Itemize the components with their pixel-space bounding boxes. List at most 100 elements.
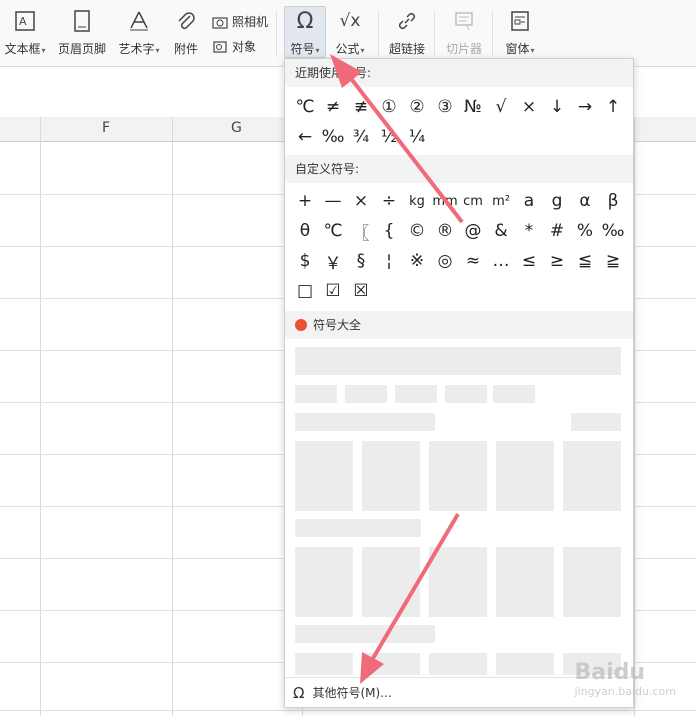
- symbol-cell[interactable]: ≧: [599, 247, 627, 275]
- symbol-cell[interactable]: №: [459, 93, 487, 121]
- loading-placeholder: [295, 441, 353, 511]
- window-form-button[interactable]: 窗体▾: [500, 8, 540, 64]
- symbol-cell[interactable]: ≦: [571, 247, 599, 275]
- symbol-button[interactable]: Ω 符号▾: [284, 6, 326, 58]
- symbol-cell[interactable]: ℃: [319, 217, 347, 245]
- symbol-cell[interactable]: ②: [403, 93, 431, 121]
- symbol-cell[interactable]: ‰: [599, 217, 627, 245]
- symbol-cell[interactable]: ½: [375, 123, 403, 151]
- symbol-cell[interactable]: m²: [487, 187, 515, 215]
- symbol-cell[interactable]: √: [487, 93, 515, 121]
- grid-line: [172, 117, 173, 716]
- loading-placeholder: [295, 413, 435, 431]
- symbol-cell[interactable]: ↑: [599, 93, 627, 121]
- symbol-cell[interactable]: ¼: [403, 123, 431, 151]
- symbol-cell[interactable]: ¦: [375, 247, 403, 275]
- symbol-cell[interactable]: ≠: [319, 93, 347, 121]
- symbol-cell[interactable]: g: [543, 187, 571, 215]
- symbol-cell[interactable]: ©: [403, 217, 431, 245]
- symbol-cell[interactable]: kg: [403, 187, 431, 215]
- loading-placeholder: [496, 441, 554, 511]
- symbol-cell[interactable]: ☒: [347, 277, 375, 305]
- column-header-g[interactable]: G: [231, 120, 242, 136]
- symbol-cell[interactable]: mm: [431, 187, 459, 215]
- symbol-cell[interactable]: —: [319, 187, 347, 215]
- loading-placeholder: [295, 347, 621, 375]
- art-text-icon: [126, 8, 152, 34]
- loading-placeholder: [429, 547, 487, 617]
- symbol-cell[interactable]: ×: [515, 93, 543, 121]
- header-footer-button[interactable]: 页眉页脚: [54, 8, 110, 64]
- symbol-cell[interactable]: a: [515, 187, 543, 215]
- symbol-cell[interactable]: $: [291, 247, 319, 275]
- symbol-cell[interactable]: α: [571, 187, 599, 215]
- symbol-cell[interactable]: +: [291, 187, 319, 215]
- loading-placeholder: [395, 385, 437, 403]
- loading-placeholder: [496, 653, 554, 675]
- symbol-cell[interactable]: ←: [291, 123, 319, 151]
- loading-placeholder: [563, 547, 621, 617]
- symbol-cell[interactable]: §: [347, 247, 375, 275]
- column-header-f[interactable]: F: [102, 120, 110, 136]
- loading-placeholder: [445, 385, 487, 403]
- formula-button[interactable]: √x 公式▾: [330, 8, 370, 64]
- symbol-cell[interactable]: ◎: [431, 247, 459, 275]
- loading-placeholder: [571, 413, 621, 431]
- formula-icon: √x: [339, 11, 361, 31]
- symbol-cell[interactable]: ×: [347, 187, 375, 215]
- symbol-cell[interactable]: ↓: [543, 93, 571, 121]
- link-icon: [394, 8, 420, 34]
- symbol-cell[interactable]: @: [459, 217, 487, 245]
- symbol-cell[interactable]: ③: [431, 93, 459, 121]
- textbox-button[interactable]: A 文本框▾: [0, 8, 50, 64]
- loading-placeholder: [295, 385, 337, 403]
- loading-placeholder: [362, 441, 420, 511]
- symbol-cell[interactable]: ÷: [375, 187, 403, 215]
- loading-placeholder: [429, 653, 487, 675]
- object-button[interactable]: 对象: [212, 38, 256, 55]
- camera-icon: [212, 16, 228, 29]
- symbol-cell[interactable]: ≥: [543, 247, 571, 275]
- all-symbols-title: 符号大全: [285, 311, 633, 339]
- symbol-cell[interactable]: ①: [375, 93, 403, 121]
- recent-symbols-row-2: ← ‰ ¾ ½ ¼: [291, 123, 431, 151]
- symbol-cell[interactable]: #: [543, 217, 571, 245]
- ribbon-separator: [276, 10, 277, 56]
- symbol-cell[interactable]: ￥: [319, 247, 347, 275]
- loading-placeholder: [496, 547, 554, 617]
- symbol-cell[interactable]: cm: [459, 187, 487, 215]
- attachment-button[interactable]: 附件: [170, 8, 202, 64]
- symbol-cell[interactable]: …: [487, 247, 515, 275]
- symbol-cell[interactable]: *: [515, 217, 543, 245]
- fire-icon: [295, 318, 307, 331]
- custom-symbols-row-4: □ ☑ ☒: [291, 277, 375, 305]
- symbol-cell[interactable]: ≤: [515, 247, 543, 275]
- symbol-cell[interactable]: ≈: [459, 247, 487, 275]
- symbol-cell[interactable]: ℃: [291, 93, 319, 121]
- grid-line: [40, 117, 41, 716]
- symbol-cell[interactable]: &: [487, 217, 515, 245]
- hyperlink-button[interactable]: 超链接: [386, 8, 428, 64]
- symbol-cell[interactable]: □: [291, 277, 319, 305]
- symbol-cell[interactable]: %: [571, 217, 599, 245]
- camera-button[interactable]: 照相机: [212, 13, 268, 30]
- ribbon-separator: [434, 10, 435, 56]
- symbol-cell[interactable]: ‰: [319, 123, 347, 151]
- symbol-cell[interactable]: 〖: [347, 217, 375, 245]
- symbol-cell[interactable]: →: [571, 93, 599, 121]
- slicer-icon: [451, 8, 477, 34]
- symbol-cell[interactable]: ※: [403, 247, 431, 275]
- symbol-cell[interactable]: ☑: [319, 277, 347, 305]
- recent-symbols-row-1: ℃ ≠ ≢ ① ② ③ № √ × ↓ → ↑: [291, 93, 627, 121]
- symbol-cell[interactable]: ¾: [347, 123, 375, 151]
- symbol-cell[interactable]: β: [599, 187, 627, 215]
- slicer-button[interactable]: 切片器: [442, 8, 486, 64]
- loading-placeholder: [493, 385, 535, 403]
- symbol-cell[interactable]: ®: [431, 217, 459, 245]
- symbol-cell[interactable]: θ: [291, 217, 319, 245]
- symbol-cell[interactable]: {: [375, 217, 403, 245]
- art-text-button[interactable]: 艺术字▾: [114, 8, 164, 64]
- omega-icon: Ω: [296, 9, 314, 34]
- ribbon-separator: [492, 10, 493, 56]
- symbol-cell[interactable]: ≢: [347, 93, 375, 121]
